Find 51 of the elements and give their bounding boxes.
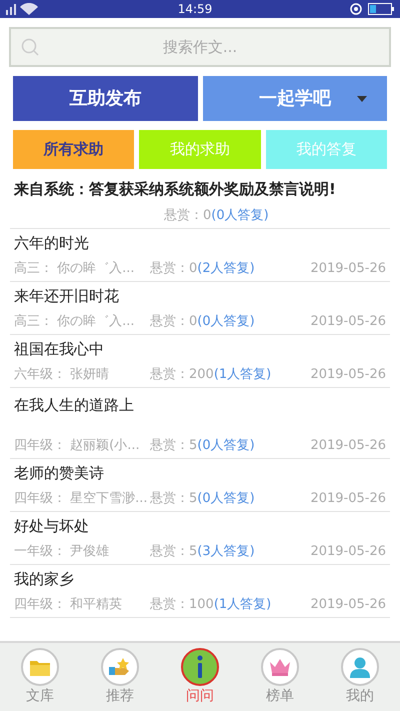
post-author: 四年级： 和平精英 [14,596,124,614]
post-title: 老师的赞美诗 [14,462,104,484]
post-title: 来年还开旧时花 [14,286,119,307]
post-title: 来自系统：答复获采纳系统额外奖励及禁言说明! [14,179,336,200]
post-row[interactable]: 老师的赞美诗 四年级： 星空下雪渺... 悬赏：5(0人答复) 2019-05-26 [10,459,390,512]
post-row[interactable]: 我的家乡 四年级： 和平精英 悬赏：100(1人答复) 2019-05-26 [10,565,390,618]
search-icon [21,38,39,56]
post-author: 高三： 你の眸゛入... [14,260,136,278]
post-date: 2019-05-26 [310,490,386,508]
post-row[interactable]: 在我人生的道路上 四年级： 赵丽颖(小... 悬赏：5(0人答复) 2019-05-26 [10,388,390,459]
post-row[interactable]: 来年还开旧时花 高三： 你の眸゛入... 悬赏：0(0人答复) 2019-05-26 [10,282,390,335]
post-row[interactable]: 祖国在我心中 六年级： 张妍晴 悬赏：200(1人答复) 2019-05-26 [10,335,390,388]
post-author: 六年级： 张妍晴 [14,366,110,384]
post-date: 2019-05-26 [310,596,386,614]
post-reward: 悬赏：5(0人答复) [150,437,255,456]
hand-star-icon [108,657,132,677]
post-date: 2019-05-26 [310,366,386,384]
post-date: 2019-05-26 [310,260,386,278]
post-author: 四年级： 赵丽颖(小... [14,437,141,456]
post-title: 祖国在我心中 [14,338,104,360]
post-title: 我的家乡 [14,568,74,590]
battery-icon [368,3,394,15]
post-row[interactable]: 来自系统：答复获采纳系统额外奖励及禁言说明! 悬赏：0(0人答复) [10,175,390,229]
post-title: 在我人生的道路上 [14,395,134,416]
post-reward: 悬赏：5(0人答复) [150,490,255,508]
post-date: 2019-05-26 [310,437,386,456]
status-time: 14:59 [178,1,212,18]
alarm-icon [350,3,362,15]
signal-wifi-icon [6,3,40,15]
post-date: 2019-05-26 [310,313,386,332]
post-author: 高三： 你の眸゛入... [14,313,136,332]
caret-icon [357,96,367,102]
publish-button[interactable]: 互助发布 [13,76,198,121]
filter-tab[interactable]: 所有求助 [13,130,134,169]
post-reward: 悬赏：100(1人答复) [150,596,272,614]
crown-icon [268,657,292,677]
post-title: 好处与坏处 [14,516,89,537]
post-reward: 悬赏：0(0人答复) [164,207,269,226]
person-icon [349,656,371,678]
post-reward: 悬赏：0(2人答复) [150,260,255,278]
post-reward: 悬赏：5(3人答复) [150,543,255,562]
post-row[interactable]: 好处与坏处 一年级： 尹俊雄 悬赏：5(3人答复) 2019-05-26 [10,512,390,565]
post-author: 四年级： 星空下雪渺... [14,490,149,508]
post-reward: 悬赏：0(0人答复) [150,313,255,332]
info-icon [195,655,205,679]
post-title: 六年的时光 [14,232,89,254]
post-reward: 悬赏：200(1人答复) [150,366,272,384]
search-field[interactable]: 搜索作文... [9,27,391,67]
post-row[interactable]: 六年的时光 高三： 你の眸゛入... 悬赏：0(2人答复) 2019-05-26 [10,229,390,282]
post-date: 2019-05-26 [310,543,386,562]
post-author: 一年级： 尹俊雄 [14,543,110,562]
